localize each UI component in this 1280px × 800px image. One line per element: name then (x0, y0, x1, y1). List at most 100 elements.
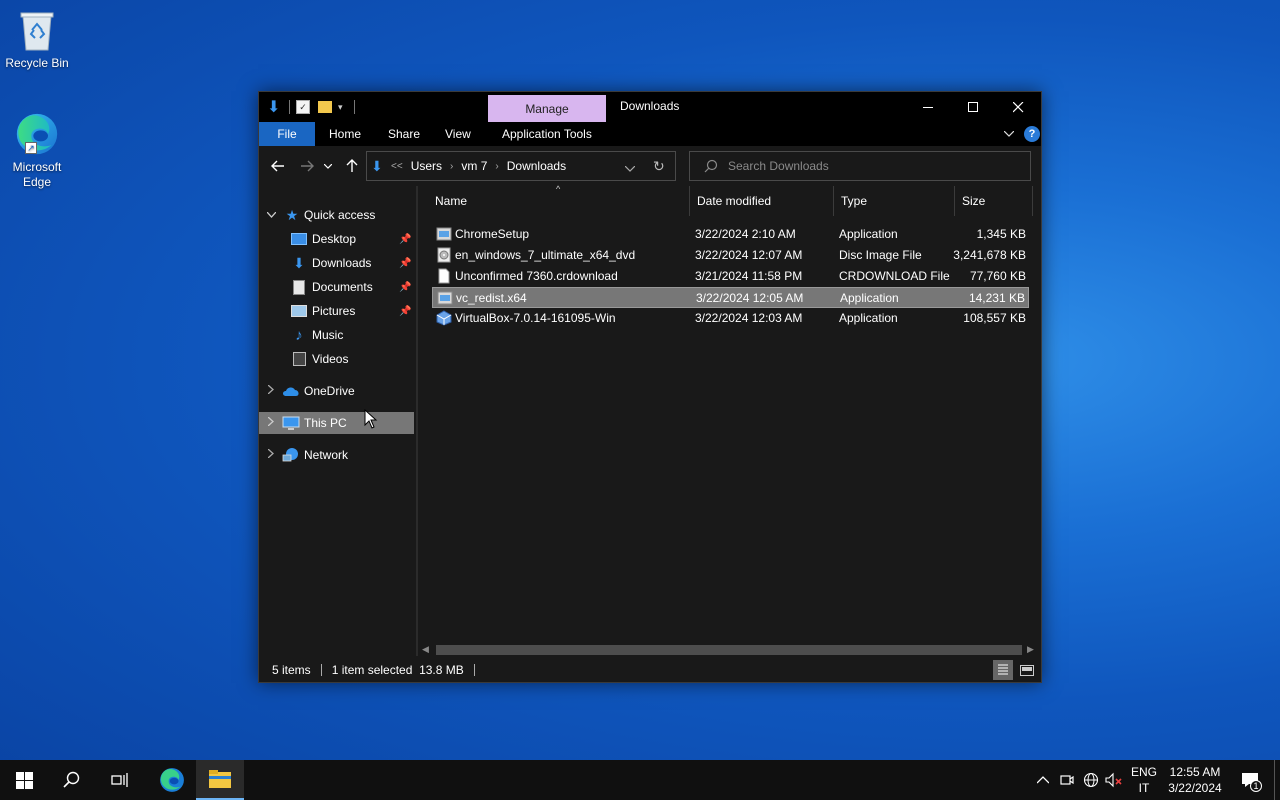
breadcrumb-overflow[interactable]: << (391, 161, 403, 172)
tab-home[interactable]: Home (315, 122, 375, 146)
forward-button[interactable] (297, 156, 317, 176)
pin-icon[interactable]: 📌 (399, 258, 411, 269)
virtualbox-icon (436, 310, 452, 326)
back-button[interactable] (268, 156, 288, 176)
language-code: ENG (1130, 765, 1157, 779)
file-date: 3/22/2024 12:05 AM (696, 291, 804, 305)
column-header-date[interactable]: Date modified (690, 186, 834, 216)
nav-network[interactable]: Network (259, 444, 414, 466)
column-header-type[interactable]: Type (834, 186, 955, 216)
nav-downloads[interactable]: ⬇ Downloads 📌 (259, 252, 414, 274)
search-box[interactable]: Search Downloads (689, 151, 1031, 181)
file-row[interactable]: vc_redist.x64 3/22/2024 12:05 AM Applicati… (432, 287, 1029, 308)
customize-toolbar-icon[interactable]: ▾ (338, 102, 350, 113)
help-icon: ? (1028, 128, 1036, 140)
music-icon: ♪ (295, 326, 303, 344)
title-bar[interactable]: ⬇ ✓ ▾ Manage Downloads (259, 92, 1041, 122)
maximize-button[interactable] (951, 92, 996, 122)
navigation-pane: ★ Quick access Desktop 📌 ⬇ Downloads 📌 D… (259, 186, 416, 656)
tab-file[interactable]: File (259, 122, 315, 146)
desktop-icon-recycle-bin[interactable]: Recycle Bin (0, 8, 74, 71)
large-icons-view-button[interactable] (1017, 660, 1037, 680)
downloads-location-icon: ⬇ (371, 157, 383, 174)
nav-documents[interactable]: Documents 📌 (259, 276, 414, 298)
scrollbar-thumb[interactable] (436, 645, 1022, 655)
selection-info: 1 item selected 13.8 MB (331, 663, 464, 677)
pin-icon[interactable]: 📌 (399, 282, 411, 293)
file-row[interactable]: VirtualBox-7.0.14-161095-Win 3/22/2024 12… (432, 308, 1029, 329)
network-status-icon[interactable] (1081, 770, 1101, 790)
search-input[interactable]: Search Downloads (728, 159, 829, 173)
nav-music[interactable]: ♪ Music (259, 324, 414, 346)
nav-pictures[interactable]: Pictures 📌 (259, 300, 414, 322)
minimize-button[interactable] (906, 92, 951, 122)
nav-desktop[interactable]: Desktop 📌 (259, 228, 414, 250)
close-icon (1013, 101, 1024, 112)
clock-time: 12:55 AM (1169, 765, 1221, 779)
search-button[interactable] (48, 760, 96, 800)
downloads-folder-icon: ⬇ (267, 99, 281, 116)
videos-icon (290, 351, 308, 367)
ribbon-tabs: File Home Share View Application Tools ? (259, 122, 1041, 146)
breadcrumb-downloads[interactable]: Downloads (507, 159, 566, 173)
task-view-button[interactable] (96, 760, 144, 800)
nav-onedrive[interactable]: OneDrive (259, 380, 414, 402)
tab-share[interactable]: Share (374, 122, 434, 146)
scroll-left-icon[interactable]: ◀ (422, 644, 429, 655)
star-icon: ★ (285, 206, 299, 223)
nav-videos[interactable]: Videos (259, 348, 414, 370)
file-row[interactable]: Unconfirmed 7360.crdownload 3/21/2024 11:… (432, 266, 1029, 287)
volume-muted-icon[interactable] (1104, 770, 1124, 790)
nav-quick-access[interactable]: ★ Quick access (259, 204, 414, 226)
details-view-button[interactable] (993, 660, 1013, 680)
address-history-button[interactable] (624, 161, 636, 175)
file-size: 108,557 KB (963, 311, 1026, 325)
scroll-right-icon[interactable]: ▶ (1027, 644, 1034, 655)
column-header-size[interactable]: Size (955, 186, 1033, 216)
show-hidden-icons-button[interactable] (1033, 770, 1053, 790)
taskbar-edge[interactable] (148, 760, 196, 800)
large-icons-view-icon (1020, 664, 1034, 676)
breadcrumb-vm7[interactable]: vm 7 (461, 159, 487, 173)
keyboard-layout: IT (1138, 781, 1150, 795)
input-language-indicator[interactable]: ENG IT (1128, 764, 1160, 796)
file-row[interactable]: ChromeSetup 3/22/2024 2:10 AM Application 1… (432, 224, 1029, 245)
recent-locations-button[interactable] (321, 156, 335, 176)
nav-quick-access-label: Quick access (304, 208, 376, 222)
chevron-right-icon[interactable] (265, 448, 277, 461)
chevron-right-icon[interactable] (265, 416, 277, 429)
file-row[interactable]: en_windows_7_ultimate_x64_dvd 3/22/2024 1… (432, 245, 1029, 266)
refresh-button[interactable]: ↻ (653, 158, 665, 175)
close-button[interactable] (996, 92, 1041, 122)
column-header-name[interactable]: Name (428, 186, 690, 216)
pin-icon[interactable]: 📌 (399, 234, 411, 245)
tab-view[interactable]: View (431, 122, 485, 146)
clock[interactable]: 12:55 AM 3/22/2024 (1160, 764, 1230, 796)
horizontal-scrollbar[interactable]: ◀ ▶ (418, 642, 1041, 658)
chevron-right-icon[interactable] (265, 384, 277, 397)
action-center-button[interactable]: 1 (1238, 770, 1262, 792)
nav-network-label: Network (304, 448, 349, 462)
tab-application-tools[interactable]: Application Tools (488, 122, 606, 146)
file-type: Application (840, 291, 899, 305)
start-button[interactable] (0, 760, 48, 800)
nav-this-pc[interactable]: This PC (259, 412, 414, 434)
manage-contextual-tab[interactable]: Manage (488, 95, 606, 122)
status-divider (320, 664, 322, 676)
help-button[interactable]: ? (1024, 126, 1040, 142)
breadcrumb-users[interactable]: Users (411, 159, 442, 173)
show-desktop-button[interactable] (1274, 760, 1280, 800)
properties-icon[interactable]: ✓ (296, 100, 310, 114)
desktop-icon-edge[interactable]: ↗ Microsoft Edge (0, 112, 74, 190)
nav-pictures-label: Pictures (312, 304, 356, 318)
new-folder-icon[interactable] (318, 101, 332, 113)
address-bar[interactable]: ⬇ << Users › vm 7 › Downloads ↻ (366, 151, 676, 181)
meet-now-icon[interactable] (1057, 770, 1077, 790)
pin-icon[interactable]: 📌 (399, 306, 411, 317)
expand-ribbon-button[interactable] (1001, 126, 1017, 142)
chevron-down-icon[interactable] (265, 210, 277, 221)
up-button[interactable] (342, 156, 362, 176)
quick-access-toolbar: ⬇ ✓ ▾ (267, 98, 355, 116)
taskbar-file-explorer[interactable] (196, 760, 244, 800)
chevron-down-icon (624, 165, 636, 172)
